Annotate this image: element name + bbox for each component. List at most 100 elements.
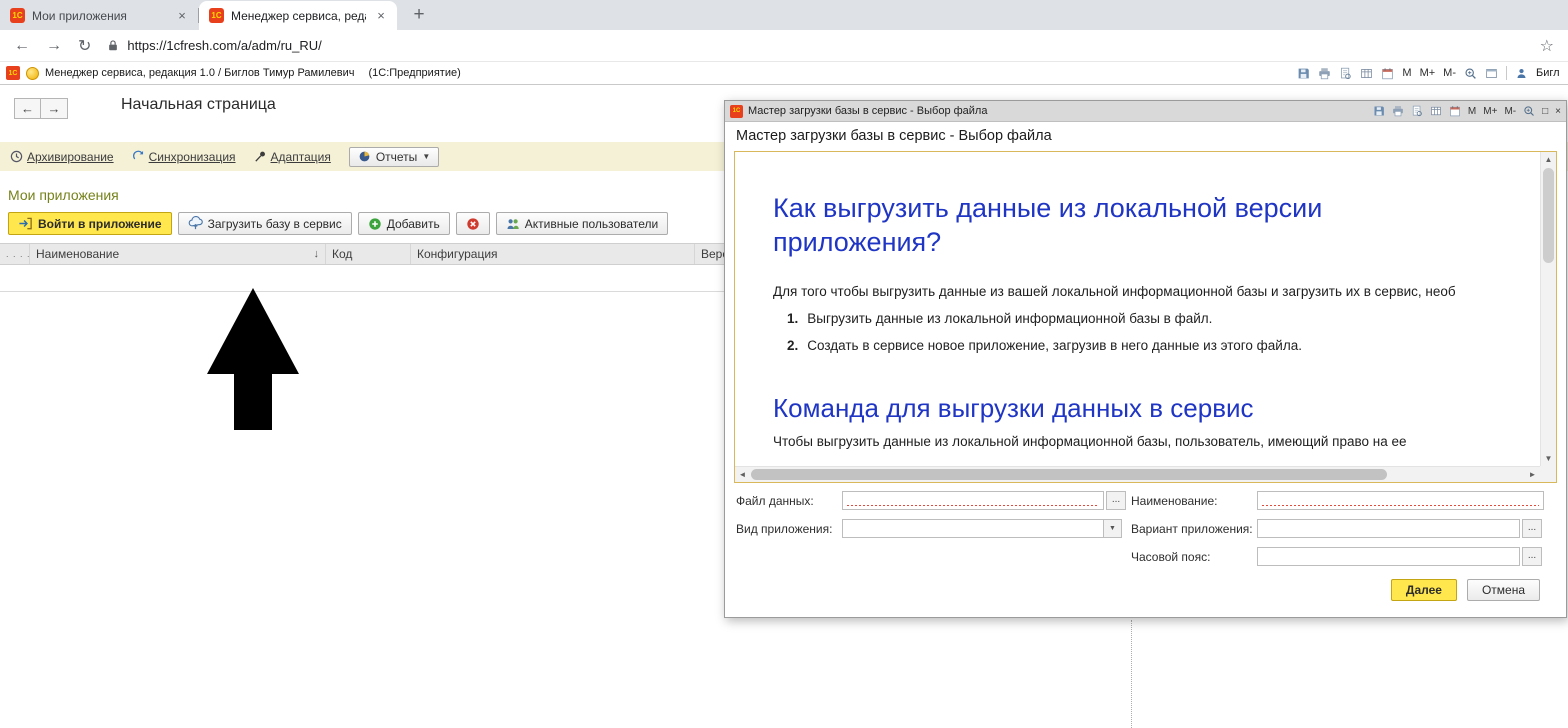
data-file-input[interactable]: [842, 491, 1104, 510]
application-variant-input[interactable]: [1257, 519, 1520, 538]
list-item: 1. Выгрузить данные из локальной информа…: [773, 311, 1530, 326]
tab-my-apps[interactable]: 1С Мои приложения ×: [0, 1, 198, 30]
choose-timezone-button[interactable]: ...: [1522, 547, 1542, 566]
arrow-shaft: [234, 374, 272, 430]
column-code[interactable]: Код: [326, 244, 411, 264]
enter-icon: [18, 216, 33, 231]
delete-button[interactable]: [455, 212, 490, 235]
field-name: Наименование:: [1131, 491, 1544, 510]
active-users-button[interactable]: Активные пользователи: [495, 212, 669, 235]
list-number: 1.: [787, 310, 799, 326]
dialog-heading: Мастер загрузки базы в сервис - Выбор фа…: [736, 128, 1052, 144]
list-number: 2.: [787, 337, 799, 353]
print-icon[interactable]: [1318, 67, 1331, 80]
dialog-title: Мастер загрузки базы в сервис - Выбор фа…: [748, 105, 988, 117]
calendar-icon[interactable]: [1449, 105, 1461, 117]
memory-mplus-button[interactable]: M+: [1483, 106, 1497, 117]
column-status[interactable]: . . . . .: [0, 244, 30, 264]
lock-icon: [107, 39, 119, 52]
window-icon[interactable]: [1485, 67, 1498, 80]
calendar-icon[interactable]: [1381, 67, 1394, 80]
memory-m-button[interactable]: M: [1468, 106, 1476, 117]
close-icon[interactable]: ×: [1555, 106, 1561, 117]
reload-icon[interactable]: ↻: [78, 36, 91, 56]
column-configuration[interactable]: Конфигурация: [411, 244, 695, 264]
maximize-icon[interactable]: □: [1542, 106, 1548, 117]
print-icon[interactable]: [1392, 105, 1404, 117]
service-icon: [26, 66, 39, 80]
print-preview-icon[interactable]: [1339, 67, 1352, 80]
application-kind-input[interactable]: [842, 519, 1104, 538]
browse-file-button[interactable]: ...: [1106, 491, 1126, 510]
chevron-down-icon: ▼: [422, 152, 431, 161]
nav-forward-button[interactable]: →: [41, 98, 68, 119]
add-button[interactable]: Добавить: [357, 212, 450, 235]
table-icon[interactable]: [1360, 67, 1373, 80]
new-tab-button[interactable]: +: [405, 1, 433, 29]
vertical-scrollbar[interactable]: ▲ ▼: [1540, 152, 1556, 466]
app-title: Менеджер сервиса, редакция 1.0 / Биглов …: [45, 67, 355, 79]
memory-m-button[interactable]: M: [1402, 67, 1411, 79]
help-intro: Для того чтобы выгрузить данные из вашей…: [773, 283, 1456, 299]
close-tab-icon[interactable]: ×: [373, 8, 389, 24]
memory-mplus-button[interactable]: M+: [1420, 67, 1436, 79]
nav-back-button[interactable]: ←: [14, 98, 41, 119]
scroll-up-icon[interactable]: ▲: [1541, 152, 1556, 167]
table-icon[interactable]: [1430, 105, 1442, 117]
forward-icon[interactable]: →: [46, 37, 62, 55]
user-icon[interactable]: [1515, 67, 1528, 80]
combo-arrow-icon[interactable]: ▼: [1104, 519, 1122, 538]
timezone-label: Часовой пояс:: [1131, 549, 1211, 564]
next-button[interactable]: Далее: [1390, 579, 1457, 601]
zoom-icon[interactable]: [1464, 67, 1477, 80]
timezone-input[interactable]: [1257, 547, 1520, 566]
back-icon[interactable]: ←: [14, 37, 30, 55]
close-tab-icon[interactable]: ×: [174, 8, 190, 24]
tab-label: Менеджер сервиса, редакция 1: [231, 8, 366, 23]
choose-variant-button[interactable]: ...: [1522, 519, 1542, 538]
column-name-label: Наименование: [36, 247, 120, 261]
dialog-title-bar[interactable]: 1С Мастер загрузки базы в сервис - Выбор…: [725, 101, 1566, 122]
zoom-icon[interactable]: [1523, 105, 1535, 117]
tab-service-manager[interactable]: 1С Менеджер сервиса, редакция 1 ×: [199, 1, 397, 30]
name-input[interactable]: [1257, 491, 1544, 510]
user-name-label: Бигл: [1536, 67, 1560, 79]
help-heading-1: Как выгрузить данные из локальной версии…: [773, 193, 1323, 257]
field-timezone: Часовой пояс: ...: [1131, 547, 1542, 566]
scroll-down-icon[interactable]: ▼: [1541, 451, 1556, 466]
address-bar[interactable]: https://1cfresh.com/a/adm/ru_RU/: [107, 38, 322, 53]
bookmark-star-icon[interactable]: ☆: [1540, 36, 1554, 56]
adaptation-link[interactable]: Адаптация: [254, 150, 331, 164]
browser-toolbar: ← → ↻ https://1cfresh.com/a/adm/ru_RU/ ☆: [0, 30, 1568, 62]
sort-desc-icon: ↓: [313, 248, 320, 260]
annotation-arrow: [207, 288, 299, 430]
upload-database-label: Загрузить базу в сервис: [207, 216, 342, 231]
application-kind-label: Вид приложения:: [736, 521, 833, 536]
reports-button[interactable]: Отчеты ▼: [348, 146, 440, 167]
scrollbar-thumb[interactable]: [751, 469, 1387, 480]
memory-mminus-button[interactable]: M-: [1504, 106, 1516, 117]
upload-database-button[interactable]: Загрузить базу в сервис: [177, 212, 352, 235]
url-text: https://1cfresh.com/a/adm/ru_RU/: [127, 38, 322, 53]
add-label: Добавить: [386, 216, 440, 231]
enter-application-button[interactable]: Войти в приложение: [8, 212, 172, 235]
horizontal-scrollbar[interactable]: ◄ ►: [735, 466, 1540, 482]
save-icon[interactable]: [1297, 67, 1310, 80]
save-icon[interactable]: [1373, 105, 1385, 117]
pin-icon: [254, 150, 267, 163]
sync-link[interactable]: Синхронизация: [132, 150, 236, 164]
scroll-right-icon[interactable]: ►: [1525, 467, 1540, 482]
scrollbar-thumb[interactable]: [1543, 168, 1554, 263]
appbar-controls: M M+ M- Бигл: [1297, 66, 1562, 80]
cancel-button[interactable]: Отмена: [1466, 579, 1540, 601]
favicon-1c-icon: 1С: [209, 8, 224, 23]
history-nav: ← →: [14, 98, 68, 119]
arrow-head: [207, 288, 299, 374]
scroll-left-icon[interactable]: ◄: [735, 467, 750, 482]
memory-mminus-button[interactable]: M-: [1443, 67, 1456, 79]
archive-link[interactable]: Архивирование: [10, 150, 114, 164]
column-name[interactable]: Наименование ↓: [30, 244, 326, 264]
app-logo-icon: 1С: [6, 66, 20, 80]
cloud-upload-icon: [188, 216, 203, 231]
print-preview-icon[interactable]: [1411, 105, 1423, 117]
